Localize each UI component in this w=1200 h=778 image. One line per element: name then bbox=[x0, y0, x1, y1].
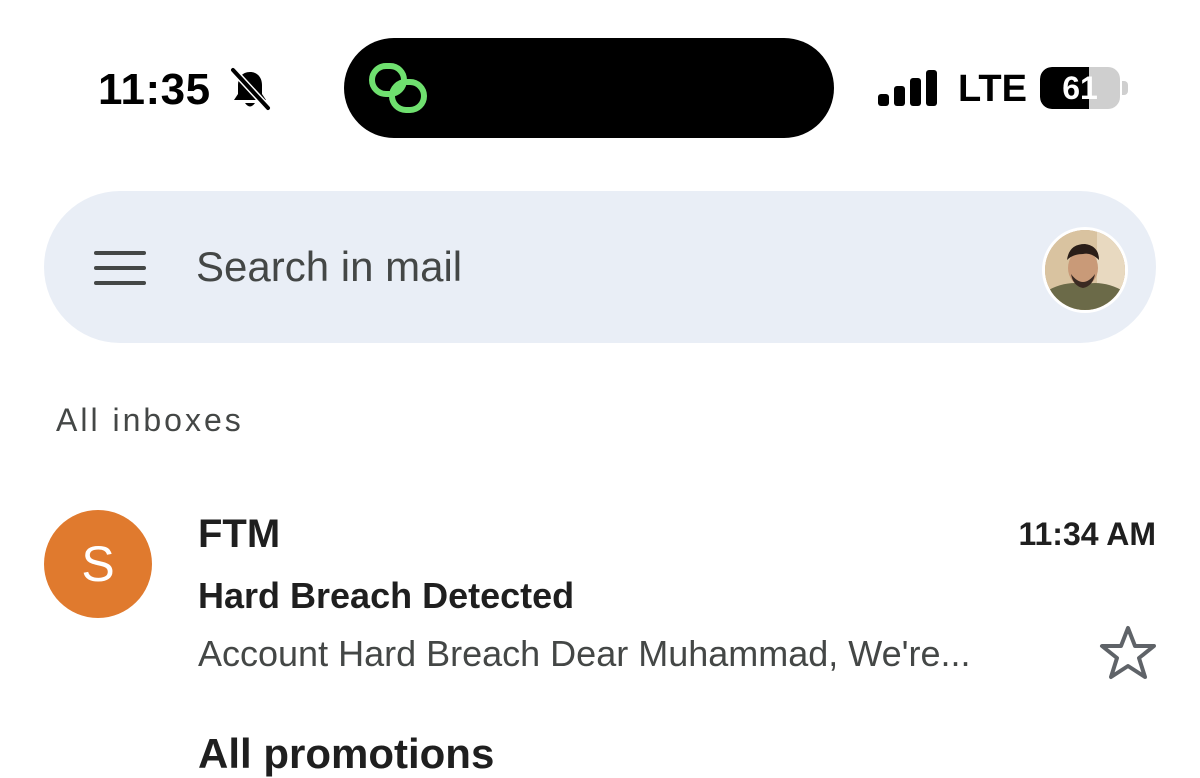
network-type: LTE bbox=[958, 68, 1027, 110]
email-time: 11:34 AM bbox=[1018, 516, 1156, 552]
profile-photo bbox=[1045, 230, 1125, 310]
section-label: All inboxes bbox=[56, 402, 244, 438]
star-icon[interactable] bbox=[1098, 624, 1158, 682]
search-bar[interactable]: Search in mail bbox=[44, 191, 1156, 343]
email-subject: Hard Breach Detected bbox=[198, 575, 575, 616]
email-row[interactable]: S FTM 11:34 AM Hard Breach Detected Acco… bbox=[0, 490, 1200, 700]
battery-icon: 61 bbox=[1040, 67, 1120, 109]
sender-avatar: S bbox=[44, 510, 152, 618]
account-avatar[interactable] bbox=[1042, 227, 1128, 313]
status-time: 11:35 bbox=[98, 65, 211, 114]
battery-level: 61 bbox=[1062, 70, 1098, 106]
battery-nub bbox=[1122, 81, 1128, 95]
bell-slash-icon bbox=[229, 66, 272, 112]
linked-rings-icon bbox=[369, 63, 427, 113]
hamburger-menu-icon[interactable] bbox=[94, 249, 146, 287]
cellular-signal-icon bbox=[878, 70, 937, 106]
email-sender: FTM bbox=[198, 512, 281, 556]
section-label-promotions: All promotions bbox=[198, 730, 495, 777]
search-input[interactable]: Search in mail bbox=[196, 239, 462, 295]
dynamic-island[interactable] bbox=[344, 38, 834, 138]
email-snippet: Account Hard Breach Dear Muhammad, We're… bbox=[198, 633, 971, 674]
